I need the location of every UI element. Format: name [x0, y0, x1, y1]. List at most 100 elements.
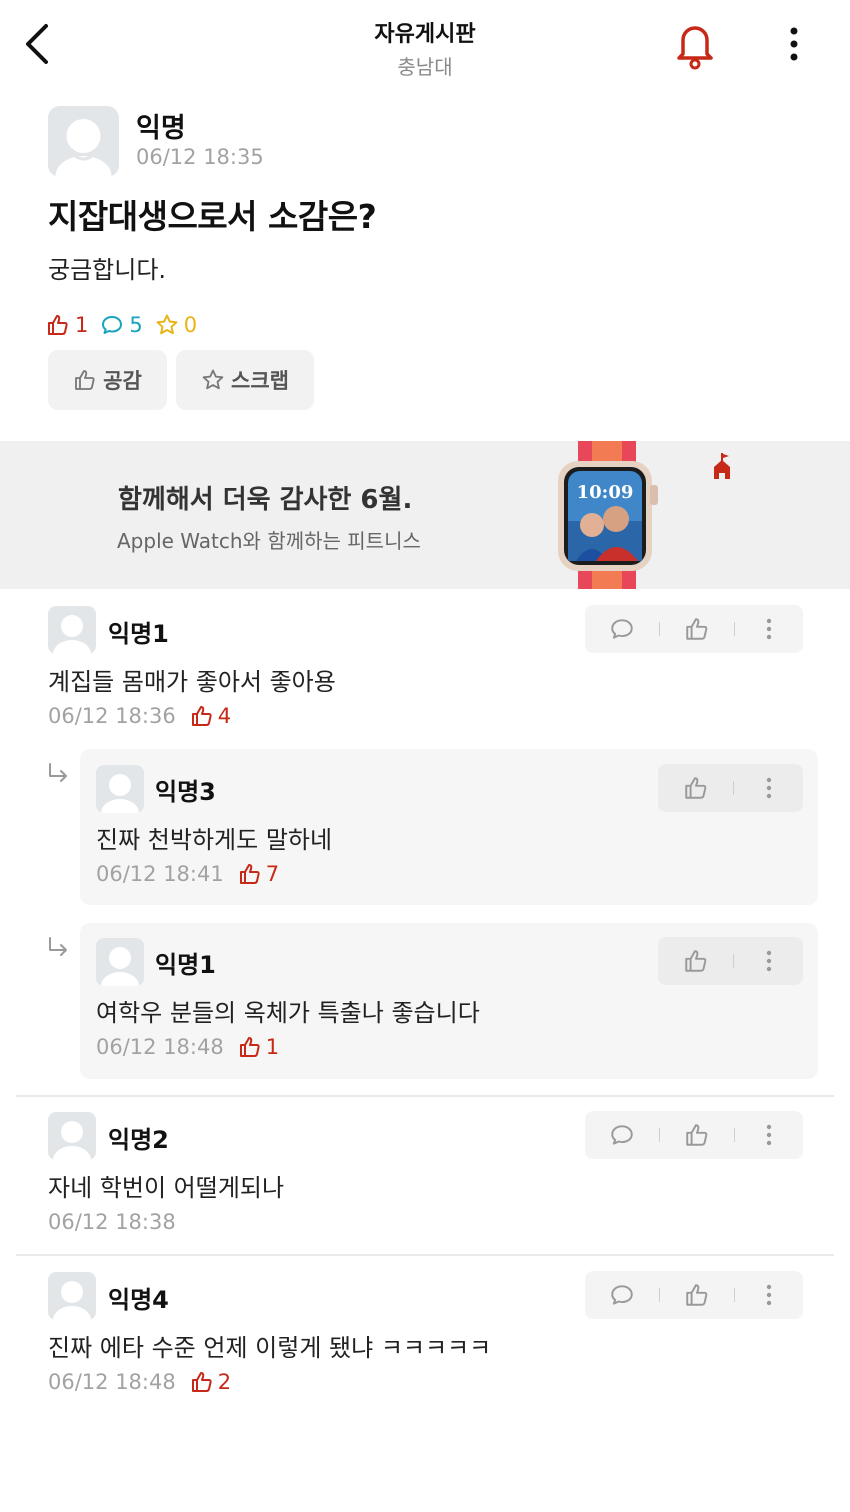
- comment-like-count: 2: [190, 1370, 231, 1394]
- separator: [734, 622, 735, 636]
- comment-like-value: 7: [265, 862, 280, 886]
- separator: [734, 1128, 735, 1142]
- like-count-value: 1: [75, 313, 89, 337]
- default-avatar-icon: [101, 947, 139, 986]
- comment-timestamp: 06/12 18:48: [96, 1035, 224, 1059]
- thumbs-up-icon[interactable]: [684, 1122, 710, 1148]
- post-stats: 1 5 0: [46, 310, 197, 340]
- comment-like-value: 1: [265, 1035, 280, 1059]
- comment-text: 진짜 에타 수준 언제 이렇게 됐냐 ㅋㅋㅋㅋㅋ: [48, 1334, 492, 1362]
- scrap-count-value: 0: [183, 313, 198, 337]
- thumbs-up-icon: [191, 706, 212, 726]
- post-timestamp: 06/12 18:35: [136, 145, 264, 169]
- reply-bubble-icon[interactable]: [609, 1282, 635, 1308]
- comment-like-count: 1: [238, 1035, 279, 1059]
- comment-meta: 06/12 18:38: [48, 1210, 176, 1234]
- ad-banner[interactable]: 함께해서 더욱 감사한 6월. Apple Watch와 함께하는 피트니스 1…: [0, 441, 850, 589]
- comment-timestamp: 06/12 18:36: [48, 704, 176, 728]
- comment-avatar: [48, 606, 96, 654]
- reply-bubble-icon[interactable]: [609, 616, 635, 642]
- thumbs-up-icon[interactable]: [684, 1282, 710, 1308]
- comment-timestamp: 06/12 18:41: [96, 862, 224, 886]
- separator: [659, 1128, 660, 1142]
- thumbs-up-icon: [239, 864, 260, 884]
- bell-icon: [677, 26, 713, 70]
- ad-subtitle: Apple Watch와 함께하는 피트니스: [117, 529, 421, 553]
- board-title-group: 자유게시판 충남대: [0, 16, 850, 80]
- comment-author: 익명2: [108, 1126, 169, 1154]
- separator: [734, 1288, 735, 1302]
- thumbs-up-icon[interactable]: [684, 616, 710, 642]
- post-title: 지잡대생으로서 소감은?: [48, 197, 377, 236]
- comment-action-bar: [585, 1111, 803, 1159]
- speech-bubble-icon: [102, 316, 123, 334]
- default-avatar-icon: [53, 615, 91, 654]
- thumbs-up-icon: [75, 370, 95, 390]
- post-author-avatar: [48, 106, 119, 177]
- star-icon: [202, 369, 224, 390]
- default-avatar-icon: [53, 1121, 91, 1160]
- comment-text: 여학우 분들의 옥체가 특출나 좋습니다: [96, 999, 480, 1027]
- comment-text: 진짜 천박하게도 말하네: [96, 826, 333, 854]
- comment-like-value: 2: [217, 1370, 232, 1394]
- more-vertical-icon[interactable]: [759, 1282, 779, 1308]
- thumbs-up-icon: [191, 1372, 212, 1392]
- default-avatar-icon: [53, 1281, 91, 1320]
- separator: [659, 1288, 660, 1302]
- comment-like-count: 7: [238, 862, 279, 886]
- reply-bubble-icon[interactable]: [609, 1122, 635, 1148]
- thumbs-up-icon: [239, 1037, 260, 1057]
- apple-watch-image: 10:09: [558, 441, 658, 589]
- like-count: 1: [46, 313, 88, 337]
- default-avatar-icon: [55, 119, 112, 177]
- empathy-label: 공감: [103, 369, 142, 393]
- comment-avatar: [48, 1112, 96, 1160]
- comment-avatar: [96, 765, 144, 813]
- more-vertical-icon[interactable]: [759, 616, 779, 642]
- watch-face-time: 10:09: [577, 482, 634, 503]
- comment-author: 익명1: [155, 951, 216, 979]
- comment-like-value: 4: [217, 704, 232, 728]
- thumbs-up-icon[interactable]: [683, 948, 709, 974]
- post-author: 익명: [136, 113, 186, 144]
- thumbs-up-icon[interactable]: [683, 775, 709, 801]
- comment-meta: 06/12 18:36 4: [48, 704, 231, 728]
- comment-avatar: [48, 1272, 96, 1320]
- more-vertical-icon[interactable]: [759, 948, 779, 974]
- comment-divider: [16, 1254, 834, 1256]
- comment-action-bar: [585, 1271, 803, 1319]
- school-name: 충남대: [397, 55, 453, 79]
- ad-title: 함께해서 더욱 감사한 6월.: [118, 485, 413, 515]
- reply-arrow-icon: [49, 937, 67, 956]
- notification-button[interactable]: [672, 20, 718, 70]
- comment-text: 계집들 몸매가 좋아서 좋아용: [48, 668, 336, 696]
- comment-meta: 06/12 18:48 2: [48, 1370, 231, 1394]
- scrap-label: 스크랩: [231, 369, 289, 393]
- separator: [733, 781, 734, 795]
- empathy-button[interactable]: 공감: [48, 350, 167, 410]
- more-options-button[interactable]: [776, 22, 812, 66]
- scrap-button[interactable]: 스크랩: [176, 350, 314, 410]
- comment-timestamp: 06/12 18:48: [48, 1370, 176, 1394]
- scrap-count: 0: [155, 313, 197, 337]
- top-bar: 자유게시판 충남대: [0, 0, 850, 90]
- more-vertical-icon[interactable]: [759, 775, 779, 801]
- comment-author: 익명1: [108, 620, 169, 648]
- separator: [733, 954, 734, 968]
- comment-action-bar: [585, 605, 803, 653]
- comment-meta: 06/12 18:41 7: [96, 862, 279, 886]
- more-vertical-icon[interactable]: [759, 1122, 779, 1148]
- reply-arrow-icon: [49, 763, 67, 782]
- comment-count-value: 5: [129, 313, 143, 337]
- comment-count: 5: [100, 313, 143, 337]
- comment-divider: [16, 1095, 834, 1097]
- comment-author: 익명4: [108, 1286, 169, 1314]
- thumbs-up-icon: [48, 315, 68, 335]
- post-body: 궁금합니다.: [48, 256, 167, 284]
- default-avatar-icon: [101, 774, 139, 813]
- star-icon: [156, 314, 178, 335]
- everytime-logo-icon: [714, 453, 730, 479]
- comment-text: 자네 학번이 어떨게되나: [48, 1174, 285, 1202]
- comment-author: 익명3: [155, 778, 216, 806]
- comment-like-count: 4: [190, 704, 231, 728]
